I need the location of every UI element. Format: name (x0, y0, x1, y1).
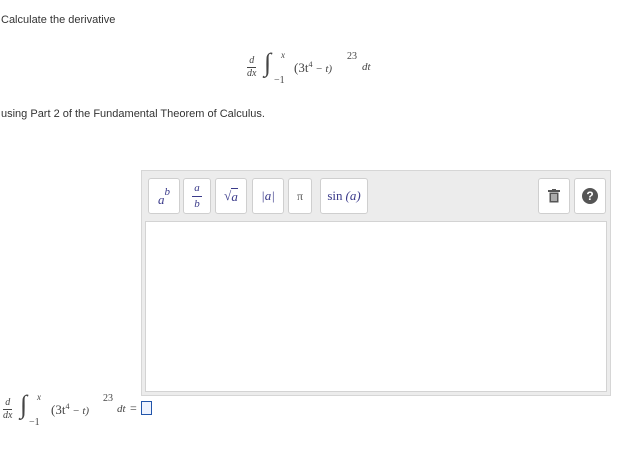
answer-dt-label: dt (117, 403, 126, 415)
sin-fn: sin (327, 188, 343, 203)
integrand: (3t4 − t) (294, 60, 332, 76)
help-button[interactable]: ? (574, 178, 606, 214)
prompt-line-2: using Part 2 of the Fundamental Theorem … (1, 108, 265, 120)
sin-arg: (a) (345, 188, 361, 203)
fraction-den: b (194, 197, 200, 210)
equals-sign: = (130, 401, 137, 415)
frac-numerator: d (249, 55, 255, 66)
frac-denominator: dx (247, 68, 257, 79)
answer-upper-limit: x (37, 392, 41, 402)
abs-label: |a| (261, 188, 275, 203)
prompt-line-1: Calculate the derivative (1, 14, 116, 26)
integrand-close: − t) (312, 63, 333, 75)
upper-limit: x (281, 50, 285, 60)
answer-integral-sign: ∫ (20, 390, 28, 419)
answer-exponent: 23 (103, 393, 113, 404)
d-over-dx: d dx (247, 55, 257, 79)
fraction-bar (192, 195, 202, 197)
answer-integrand: (3t4 − t) (51, 402, 89, 418)
pi-button[interactable]: π (288, 178, 312, 214)
answer-integrand-close: − t) (69, 405, 90, 417)
sqrt-button[interactable]: √ a (215, 178, 247, 214)
math-editor: ab a b √ a |a| π sin (a) ? (141, 170, 611, 396)
exponent: 23 (347, 51, 357, 62)
answer-d-over-dx: d dx (3, 397, 13, 421)
integrand-open: (3t (294, 60, 309, 75)
fraction-button[interactable]: a b (183, 178, 211, 214)
sin-button[interactable]: sin (a) (320, 178, 368, 214)
answer-lower-limit: −1 (29, 417, 40, 428)
abs-button[interactable]: |a| (252, 178, 284, 214)
answer-frac-numerator: d (5, 397, 11, 408)
superscript-exp: b (164, 186, 171, 198)
lower-limit: −1 (274, 75, 285, 86)
pi-icon: π (296, 188, 304, 203)
answer-integrand-open: (3t (51, 402, 66, 417)
editor-input-area[interactable] (145, 221, 607, 392)
question-icon: ? (582, 188, 598, 204)
sqrt-arg: a (231, 187, 238, 204)
fraction-num: a (194, 181, 200, 194)
answer-frac-denominator: dx (3, 410, 13, 421)
delete-button[interactable] (538, 178, 570, 214)
sqrt-icon: √ (224, 188, 232, 203)
answer-input-box[interactable] (141, 401, 152, 415)
trash-icon (548, 189, 560, 203)
integral-sign: ∫ (264, 48, 272, 77)
superscript-button[interactable]: ab (148, 178, 180, 214)
dt-label: dt (362, 61, 371, 73)
